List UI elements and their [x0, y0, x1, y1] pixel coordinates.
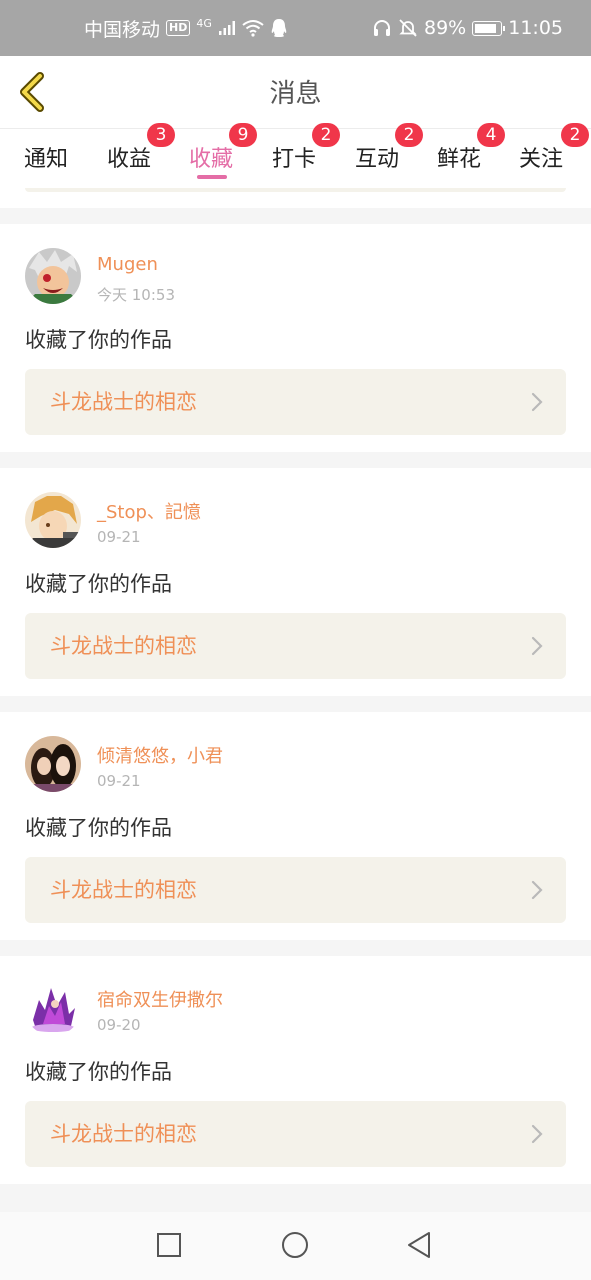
- timestamp: 09-21: [97, 528, 141, 546]
- timestamp: 09-20: [97, 1016, 141, 1034]
- list-item: Mugen 今天 10:53 收藏了你的作品 斗龙战士的相恋: [0, 224, 591, 452]
- system-nav-bar: [0, 1212, 591, 1280]
- header: 消息: [0, 56, 591, 128]
- battery-fill: [475, 23, 496, 33]
- tab-label: 通知: [24, 147, 69, 172]
- tab-label: 收益: [107, 147, 152, 172]
- action-text: 收藏了你的作品: [25, 1060, 172, 1084]
- hd-badge: HD: [166, 20, 191, 36]
- tab-badge: 2: [312, 123, 340, 147]
- headphones-icon: [374, 20, 390, 36]
- page-title: 消息: [269, 79, 322, 109]
- tab-badge: 3: [147, 123, 175, 147]
- carrier-label: 中国移动: [84, 18, 161, 41]
- work-link[interactable]: 斗龙战士的相恋: [25, 857, 566, 923]
- active-tab-indicator: [197, 175, 227, 179]
- timestamp: 今天 10:53: [97, 286, 175, 304]
- clock: 11:05: [508, 17, 563, 39]
- message-list[interactable]: Mugen 今天 10:53 收藏了你的作品 斗龙战士的相恋 _Stop、記憶 …: [0, 188, 591, 1200]
- back-icon: [408, 1232, 430, 1258]
- action-text: 收藏了你的作品: [25, 572, 172, 596]
- avatar[interactable]: [25, 736, 81, 792]
- recent-apps-icon: [157, 1233, 181, 1257]
- network-label: 4G: [196, 16, 212, 30]
- avatar[interactable]: [25, 980, 81, 1036]
- chevron-right-icon: [531, 880, 543, 900]
- work-title: 斗龙战士的相恋: [50, 390, 197, 414]
- battery-percent: 89%: [424, 17, 467, 39]
- work-title: 斗龙战士的相恋: [50, 1122, 197, 1146]
- action-text: 收藏了你的作品: [25, 328, 172, 352]
- username[interactable]: _Stop、記憶: [97, 498, 201, 524]
- action-text: 收藏了你的作品: [25, 816, 172, 840]
- status-bar: 中国移动 HD 4G 89% 11:05: [0, 0, 591, 56]
- list-item: 宿命双生伊撒尔 09-20 收藏了你的作品 斗龙战士的相恋: [0, 956, 591, 1184]
- username[interactable]: 倾清悠悠，小君: [97, 742, 223, 768]
- tab-label: 打卡: [272, 147, 317, 172]
- tab-label: 收藏: [189, 147, 234, 172]
- tab-label: 互动: [355, 147, 400, 172]
- list-item: 倾清悠悠，小君 09-21 收藏了你的作品 斗龙战士的相恋: [0, 712, 591, 940]
- tab-label: 关注: [519, 147, 564, 172]
- avatar[interactable]: [25, 492, 81, 548]
- timestamp: 09-21: [97, 772, 141, 790]
- list-item: _Stop、記憶 09-21 收藏了你的作品 斗龙战士的相恋: [0, 468, 591, 696]
- previous-card-fragment: [0, 188, 591, 208]
- battery-icon: [472, 20, 506, 36]
- tab-badge: 2: [561, 123, 589, 147]
- qq-icon: [271, 19, 287, 37]
- work-link[interactable]: 斗龙战士的相恋: [25, 613, 566, 679]
- work-title: 斗龙战士的相恋: [50, 634, 197, 658]
- tab-bar: 通知 收益 3 收藏 9 打卡 2 互动 2 鲜花 4 关注 2: [0, 123, 591, 188]
- recent-apps-button[interactable]: [154, 1230, 184, 1260]
- wifi-icon: [242, 20, 264, 37]
- work-link[interactable]: 斗龙战士的相恋: [25, 1101, 566, 1167]
- avatar[interactable]: [25, 248, 81, 304]
- home-button[interactable]: [280, 1230, 310, 1260]
- tab-badge: 4: [477, 123, 505, 147]
- work-link[interactable]: 斗龙战士的相恋: [25, 369, 566, 435]
- tab-label: 鲜花: [437, 147, 482, 172]
- chevron-right-icon: [531, 1124, 543, 1144]
- home-icon: [282, 1232, 308, 1258]
- username[interactable]: Mugen: [97, 254, 158, 275]
- tab-badge: 9: [229, 123, 257, 147]
- mute-bell-icon: [399, 19, 417, 37]
- system-back-button[interactable]: [405, 1230, 435, 1260]
- tab-badge: 2: [395, 123, 423, 147]
- work-title: 斗龙战士的相恋: [50, 878, 197, 902]
- chevron-right-icon: [531, 636, 543, 656]
- chevron-right-icon: [531, 392, 543, 412]
- signal-icon: [218, 21, 235, 35]
- username[interactable]: 宿命双生伊撒尔: [97, 986, 223, 1012]
